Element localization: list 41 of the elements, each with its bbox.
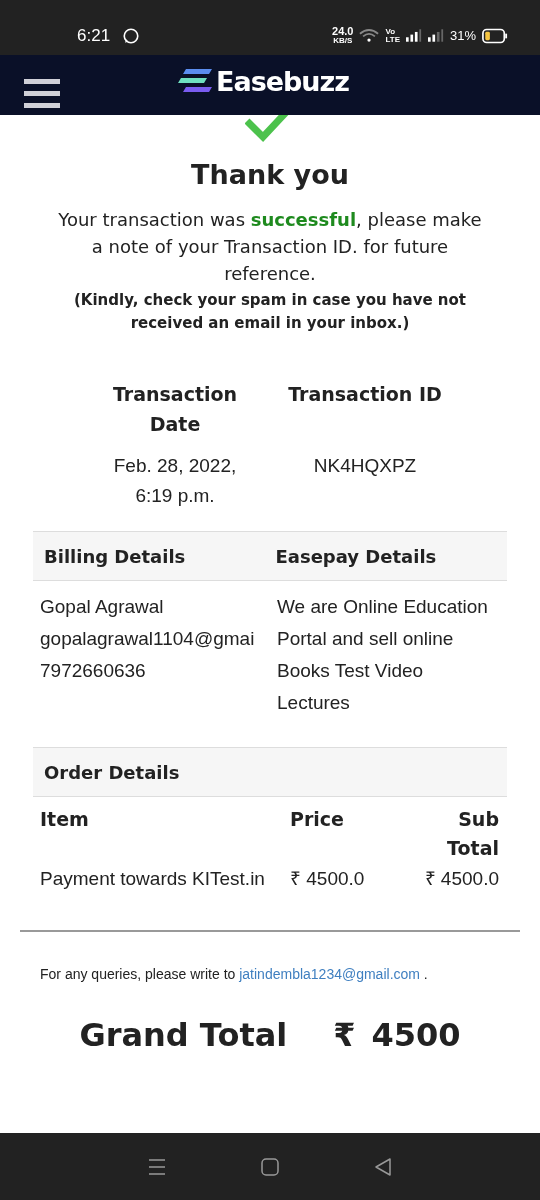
speed-value: 24.0 [332, 26, 354, 37]
success-message: Your transaction was successful, please make a note of your Transaction ID. for future reference. [57, 208, 483, 286]
billing-line: Gopal Agrawal [40, 595, 165, 619]
signal-icon [427, 29, 444, 42]
speed-unit: KB/S [333, 37, 353, 45]
grand-total-label: Grand Total [79, 1016, 288, 1054]
column-heading: Sub Total [446, 807, 499, 861]
network-label: LTE [385, 35, 400, 44]
column-heading: Price [290, 807, 345, 832]
brand-name: Easebuzz [216, 65, 350, 97]
network-label: Vo [385, 27, 397, 36]
column-heading: Transaction Date [111, 382, 239, 437]
battery-icon [482, 27, 508, 44]
merchant-description: We are Online Education Portal and sell online Books Test Video Lectures [277, 595, 489, 715]
section-heading: Order Details [44, 761, 181, 783]
logo-icon [178, 69, 212, 93]
column-heading: Billing Details [44, 545, 187, 567]
billing-line: gopalagrawal1104@gmai [40, 627, 256, 651]
wifi-icon [359, 28, 380, 43]
battery-percent: 31% [449, 28, 476, 43]
queries-text: For any queries, please write to jatindembla1234@gmail.com . [40, 966, 429, 982]
billing-line: 7972660636 [40, 659, 147, 683]
clock-time: 6:21 [77, 25, 111, 46]
currency-symbol: ₹ [333, 1016, 356, 1054]
column-heading: Item [40, 807, 90, 832]
column-heading: Transaction ID [287, 382, 443, 407]
table-cell-text: ₹ 4500.0 [290, 867, 366, 891]
grand-total-amount: 4500 [371, 1016, 461, 1054]
table-cell-text: ₹ 4500.0 [423, 867, 499, 891]
transaction-value: Feb. 28, 2022, 6:19 p.m. [112, 454, 238, 508]
home-icon[interactable] [260, 1156, 280, 1177]
signal-icon [405, 29, 422, 42]
spam-note: (Kindly, check your spam in case you have not received an email in your inbox.) [72, 290, 468, 334]
table-cell-text: Payment towards KITest.in [40, 867, 266, 891]
page-title: Thank you [191, 159, 349, 190]
column-heading: Easepay Details [275, 545, 438, 567]
chat-bubble-icon [122, 26, 141, 45]
email-link[interactable]: jatindembla1234@gmail.com [239, 966, 420, 982]
back-icon[interactable] [373, 1156, 394, 1177]
menu-icon[interactable] [24, 79, 60, 109]
transaction-value: NK4HQXPZ [312, 454, 418, 478]
